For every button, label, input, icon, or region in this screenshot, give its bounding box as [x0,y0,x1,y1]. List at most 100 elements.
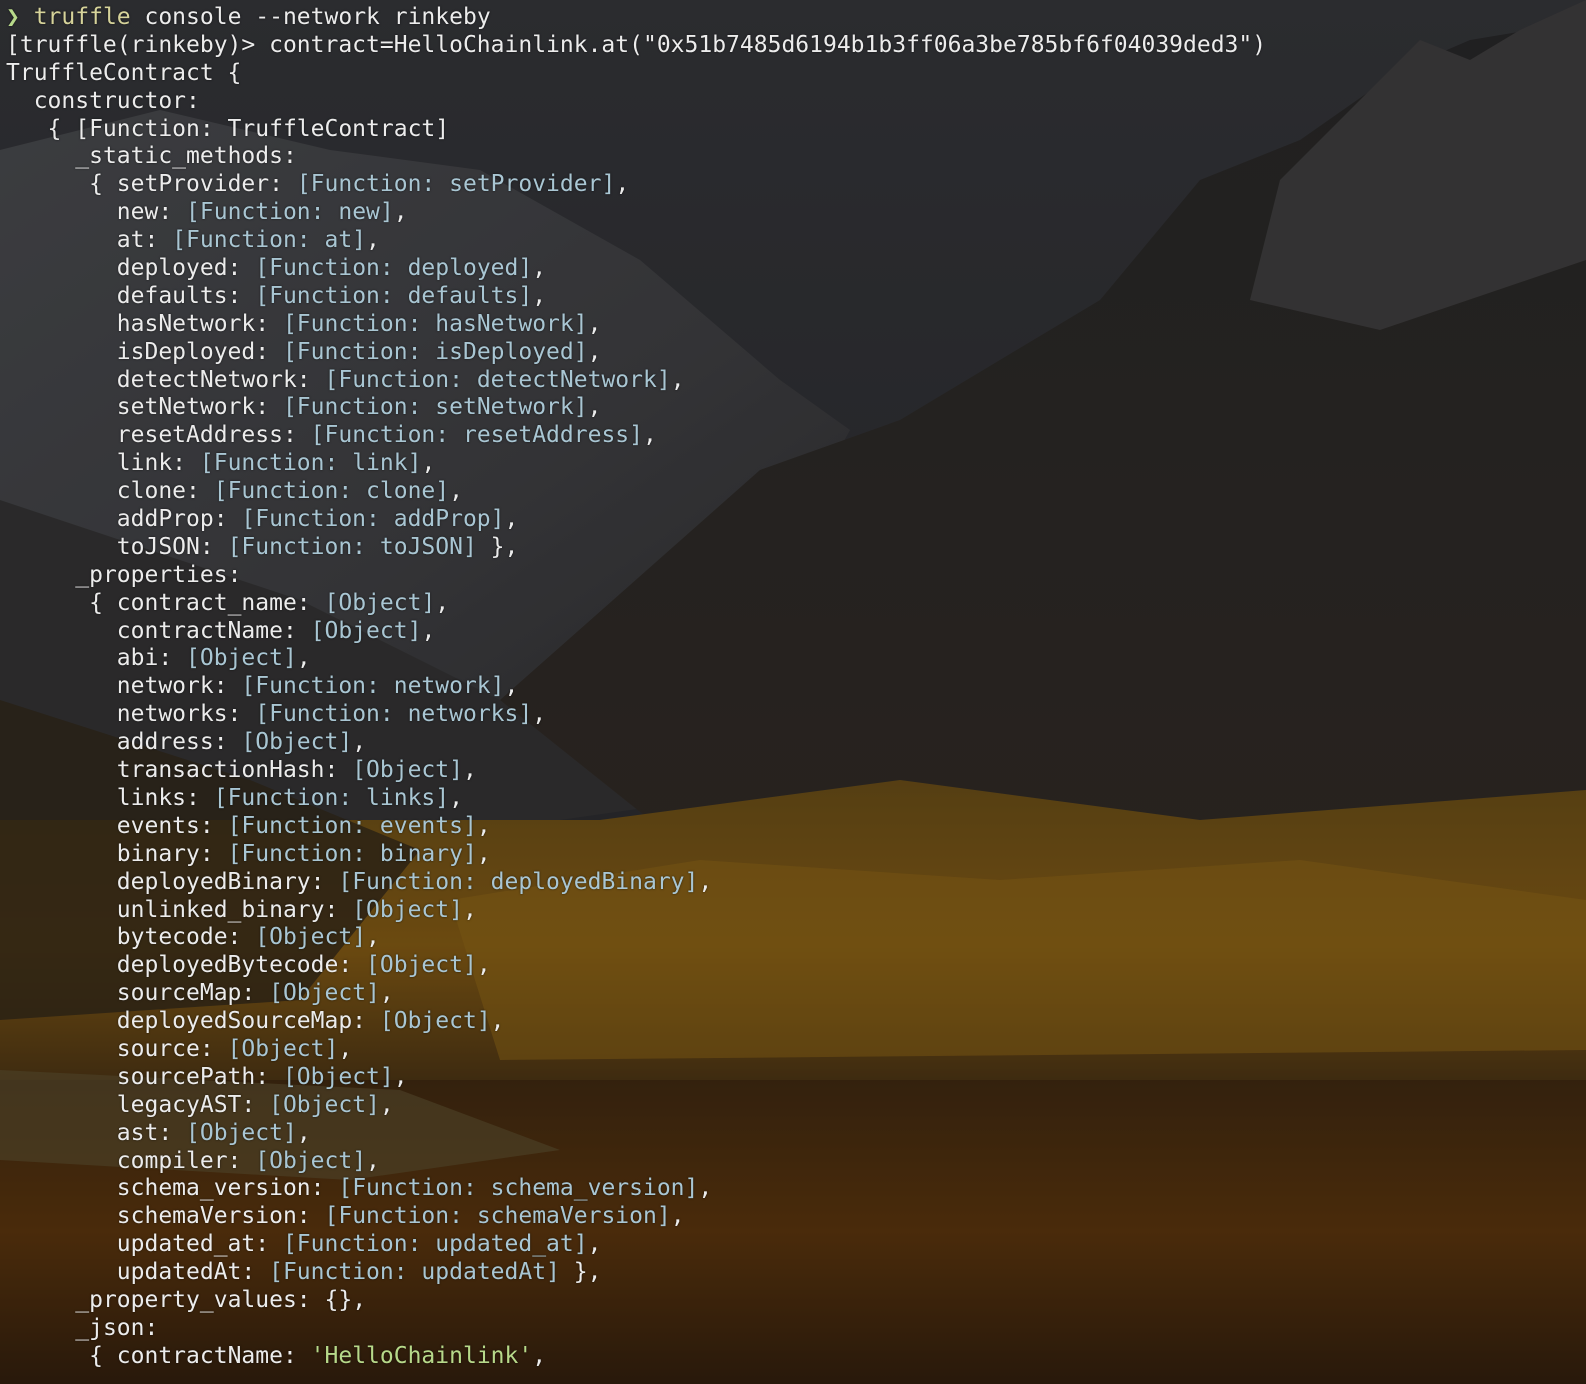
text-token: , [366,924,380,951]
terminal-output[interactable]: ❯ truffle console --network rinkeby [truf… [6,4,1266,1371]
output-line: unlinked_binary: [Object], [6,897,1266,925]
text-token: , [476,840,491,867]
text-token: source: [116,1035,228,1062]
text-token: , [670,366,685,393]
text-token: schema_version: [116,1175,339,1202]
text-token: toJSON: [116,533,228,560]
output-line: deployed: [Function: deployed], [6,255,1266,283]
text-token: clone: [116,478,214,505]
value-token: [Object] [186,1119,297,1146]
text-token: contractName: [116,617,311,644]
text-token: setNetwork: [116,394,283,421]
text-token: defaults: [116,282,256,309]
output-line: deployedBytecode: [Object], [6,952,1266,980]
output-line: deployedBinary: [Function: deployedBinar… [6,869,1266,897]
text-token: { contractName: [89,1342,311,1369]
text-token: , [449,478,463,505]
value-token: [Function: resetAddress] [310,422,643,449]
output-line: transactionHash: [Object], [6,757,1266,785]
text-token: , [532,255,547,282]
value-token: [Object] [227,1035,339,1062]
text-token: , [296,645,311,672]
output-line: schemaVersion: [Function: schemaVersion]… [6,1203,1266,1231]
text-token: addProp: [116,506,242,533]
text-token: , [435,589,450,616]
output-line: networks: [Function: networks], [6,701,1266,729]
output-line: updated_at: [Function: updated_at], [6,1231,1266,1259]
text-token: , [462,757,477,784]
text-token: schemaVersion: [116,1203,325,1230]
string-token: 'HelloChainlink' [310,1342,533,1369]
prompt-arrow-icon: ❯ [6,4,34,30]
text-token: , [532,1342,547,1369]
value-token: [Object] [352,896,463,923]
text-token: at: [116,227,173,254]
output-line: detectNetwork: [Function: detectNetwork]… [6,367,1266,395]
value-token: [Function: toJSON] [227,533,477,560]
value-token: [Function: deployedBinary] [338,868,699,895]
text-token: _properties: [75,561,242,588]
text-token: compiler: [116,1147,256,1174]
output-line: _static_methods: [6,143,1266,171]
text-token: deployed: [116,255,256,282]
text-token: { setProvider: [89,171,297,198]
value-token: [Function: new] [186,199,394,226]
output-line: hasNetwork: [Function: hasNetwork], [6,311,1266,339]
text-token: _property_values: {}, [75,1286,367,1313]
value-token: [Function: setProvider] [296,171,616,198]
text-token: , [449,784,463,811]
text-token: TruffleContract { [6,59,242,86]
output-line: { contract_name: [Object], [6,590,1266,618]
text-token: , [379,980,394,1007]
value-token: [Object] [255,1147,367,1174]
text-token: network: [116,673,242,700]
output-line: schema_version: [Function: schema_versio… [6,1175,1266,1203]
text-token: , [476,812,491,839]
terminal-window[interactable]: ❯ truffle console --network rinkeby [truf… [0,0,1586,1384]
text-token: sourceMap: [116,980,270,1007]
output-line: abi: [Object], [6,645,1266,673]
value-token: [Function: network] [241,673,505,700]
repl-input-line: [truffle(rinkeby)> contract=HelloChainli… [6,32,1266,60]
output-line: sourcePath: [Object], [6,1064,1266,1092]
value-token: [Function: isDeployed] [282,338,588,365]
text-token: truffle [33,4,131,30]
text-token: , [296,1119,311,1146]
output-line: at: [Function: at], [6,227,1266,255]
text-token: transactionHash: [116,757,353,784]
text-token: legacyAST: [116,1091,270,1118]
text-token: resetAddress: [116,422,311,449]
output-line: ast: [Object], [6,1120,1266,1148]
output-line: TruffleContract { [6,60,1266,88]
text-token: link: [116,450,200,477]
text-token: , [476,952,491,979]
value-token: [Function: links] [213,784,450,811]
text-token: , [379,1091,394,1118]
output-line: defaults: [Function: defaults], [6,283,1266,311]
output-line: updatedAt: [Function: updatedAt] }, [6,1259,1266,1287]
output-line: links: [Function: links], [6,785,1266,813]
text-token: , [393,199,408,226]
text-token: sourcePath: [116,1063,283,1090]
value-token: [Object] [282,1063,394,1090]
text-token: }, [476,533,519,560]
text-token: , [587,394,602,421]
text-token: , [587,1231,602,1258]
output-line: link: [Function: link], [6,450,1266,478]
